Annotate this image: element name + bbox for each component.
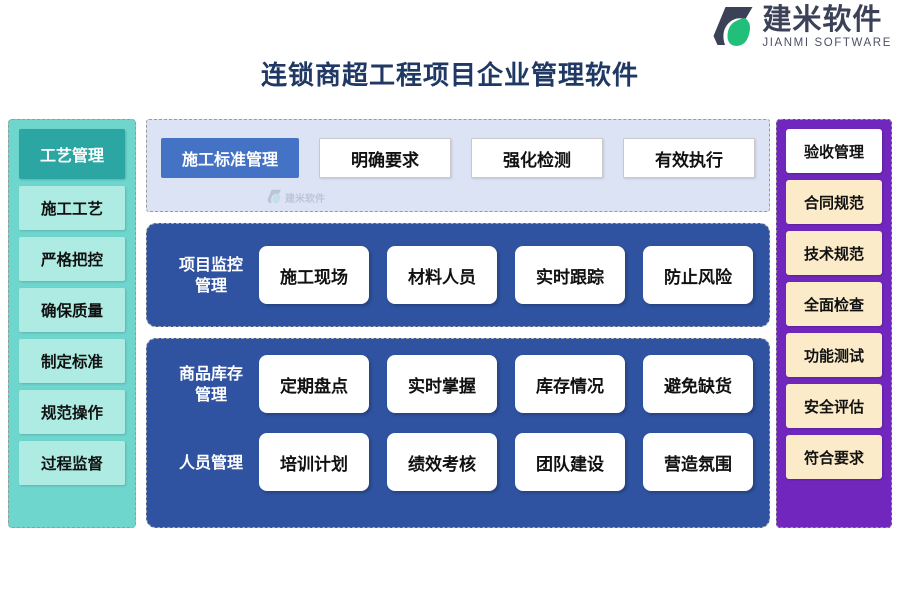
main-content: 施工标准管理 明确要求 强化检测 有效执行 建米软件 项目监控 管理 施工现场 <box>146 119 770 528</box>
card-stock-status[interactable]: 库存情况 <box>515 355 625 413</box>
page-title: 连锁商超工程项目企业管理软件 <box>260 61 639 91</box>
monitoring-card-row: 施工现场 材料人员 实时跟踪 防止风险 <box>259 246 753 304</box>
staff-card-row: 培训计划 绩效考核 团队建设 营造氛围 <box>259 433 753 491</box>
card-avoid-stockout[interactable]: 避免缺货 <box>643 355 753 413</box>
card-periodic-stocktaking[interactable]: 定期盘点 <box>259 355 369 413</box>
row-label-staff-management: 人员管理 <box>163 452 259 473</box>
panel-inventory-and-staff: 商品库存 管理 定期盘点 实时掌握 库存情况 避免缺货 人员管理 培训计划 绩效… <box>146 338 770 528</box>
card-realtime-tracking[interactable]: 实时跟踪 <box>515 246 625 304</box>
card-create-atmosphere[interactable]: 营造氛围 <box>643 433 753 491</box>
brand-logo: 建米软件 JIANMI SOFTWARE <box>712 4 892 51</box>
watermark-logo-icon <box>267 189 282 204</box>
row-label-line1: 商品库存 <box>178 364 243 383</box>
sidebar-item-ensure-quality[interactable]: 确保质量 <box>19 288 125 332</box>
row-label-project-monitoring: 项目监控 管理 <box>163 254 259 296</box>
card-construction-site[interactable]: 施工现场 <box>259 246 369 304</box>
card-performance-review[interactable]: 绩效考核 <box>387 433 497 491</box>
sidebar-item-meets-requirements[interactable]: 符合要求 <box>786 435 882 479</box>
card-realtime-awareness[interactable]: 实时掌握 <box>387 355 497 413</box>
sidebar-item-contract-spec[interactable]: 合同规范 <box>786 180 882 224</box>
brand-name-en: JIANMI SOFTWARE <box>762 37 892 49</box>
row-label-inventory-management: 商品库存 管理 <box>163 363 259 405</box>
sidebar-item-acceptance-management[interactable]: 验收管理 <box>786 129 882 173</box>
sidebar-item-full-inspection[interactable]: 全面检查 <box>786 282 882 326</box>
card-team-building[interactable]: 团队建设 <box>515 433 625 491</box>
sidebar-item-strict-control[interactable]: 严格把控 <box>19 237 125 281</box>
sidebar-item-standard-operation[interactable]: 规范操作 <box>19 390 125 434</box>
sidebar-item-process-supervision[interactable]: 过程监督 <box>19 441 125 485</box>
row-label-line1: 项目监控 <box>178 255 243 274</box>
chip-construction-standard-management[interactable]: 施工标准管理 <box>161 138 299 178</box>
card-training-plan[interactable]: 培训计划 <box>259 433 369 491</box>
watermark: 建米软件 <box>267 189 325 205</box>
sidebar-item-craft-management[interactable]: 工艺管理 <box>19 129 125 179</box>
brand-name-cn: 建米软件 <box>762 2 883 36</box>
card-clear-requirements[interactable]: 明确要求 <box>319 138 451 178</box>
brand-logo-text: 建米软件 JIANMI SOFTWARE <box>762 4 892 50</box>
row-label-line2: 管理 <box>194 385 227 404</box>
panel-construction-standards: 施工标准管理 明确要求 强化检测 有效执行 建米软件 <box>146 119 770 212</box>
sidebar-item-safety-assessment[interactable]: 安全评估 <box>786 384 882 428</box>
watermark-text: 建米软件 <box>285 193 325 205</box>
card-effective-execution[interactable]: 有效执行 <box>623 138 755 178</box>
card-material-personnel[interactable]: 材料人员 <box>387 246 497 304</box>
row-staff-management: 人员管理 培训计划 绩效考核 团队建设 营造氛围 <box>163 433 753 491</box>
row-label-line2: 管理 <box>194 276 227 295</box>
page-root: 建米软件 JIANMI SOFTWARE 连锁商超工程项目企业管理软件 工艺管理… <box>0 0 900 600</box>
inventory-card-row: 定期盘点 实时掌握 库存情况 避免缺货 <box>259 355 753 413</box>
row-label-line1: 人员管理 <box>178 452 243 472</box>
card-strengthen-inspection[interactable]: 强化检测 <box>471 138 603 178</box>
row-inventory-management: 商品库存 管理 定期盘点 实时掌握 库存情况 避免缺货 <box>163 355 753 413</box>
standards-card-row: 明确要求 强化检测 有效执行 <box>319 138 755 178</box>
sidebar-item-function-test[interactable]: 功能测试 <box>786 333 882 377</box>
right-sidebar: 验收管理 合同规范 技术规范 全面检查 功能测试 安全评估 符合要求 <box>776 119 892 528</box>
left-sidebar: 工艺管理 施工工艺 严格把控 确保质量 制定标准 规范操作 过程监督 <box>8 119 136 528</box>
sidebar-item-technical-spec[interactable]: 技术规范 <box>786 231 882 275</box>
panel-project-monitoring: 项目监控 管理 施工现场 材料人员 实时跟踪 防止风险 <box>146 223 770 327</box>
sidebar-item-set-standards[interactable]: 制定标准 <box>19 339 125 383</box>
sidebar-item-construction-craft[interactable]: 施工工艺 <box>19 186 125 230</box>
card-risk-prevention[interactable]: 防止风险 <box>643 246 753 304</box>
jianmi-leaf-logo-icon <box>713 7 753 46</box>
